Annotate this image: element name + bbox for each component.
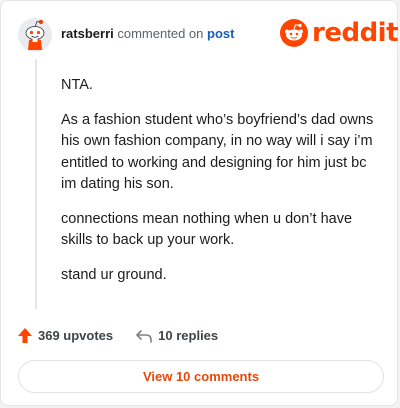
- upvote-arrow-icon: [18, 328, 32, 343]
- comment-body: NTA. As a fashion student who’s boyfrien…: [61, 75, 383, 299]
- replies-button[interactable]: 10 replies: [135, 328, 218, 344]
- upvote-count: 369 upvotes: [38, 328, 114, 343]
- reply-icon: [136, 329, 152, 343]
- comment-card: ratsberri commented on post reddit NTA. …: [0, 0, 399, 406]
- snoo-avatar-icon: [18, 18, 52, 52]
- comment-paragraph: NTA.: [61, 77, 93, 93]
- action-text: commented on: [117, 26, 204, 41]
- comment-paragraph: connections mean nothing when u don’t ha…: [61, 210, 353, 249]
- reddit-wordmark: reddit: [312, 18, 399, 48]
- comment-header: ratsberri commented on post: [61, 26, 234, 41]
- reply-count: 10 replies: [158, 328, 219, 343]
- upvote-button[interactable]: 369 upvotes: [17, 327, 113, 344]
- comment-actions: 369 upvotes 10 replies: [17, 327, 218, 344]
- post-link[interactable]: post: [207, 26, 234, 41]
- reddit-snoo-icon: [280, 19, 308, 47]
- username[interactable]: ratsberri: [61, 26, 114, 41]
- reddit-logo[interactable]: reddit: [279, 18, 399, 48]
- comment-paragraph: As a fashion student who’s boyfriend’s d…: [61, 111, 374, 193]
- comment-paragraph: stand ur ground.: [61, 266, 167, 283]
- avatar[interactable]: [17, 17, 53, 53]
- view-comments-button[interactable]: View 10 comments: [18, 360, 384, 393]
- thread-line: [35, 59, 37, 309]
